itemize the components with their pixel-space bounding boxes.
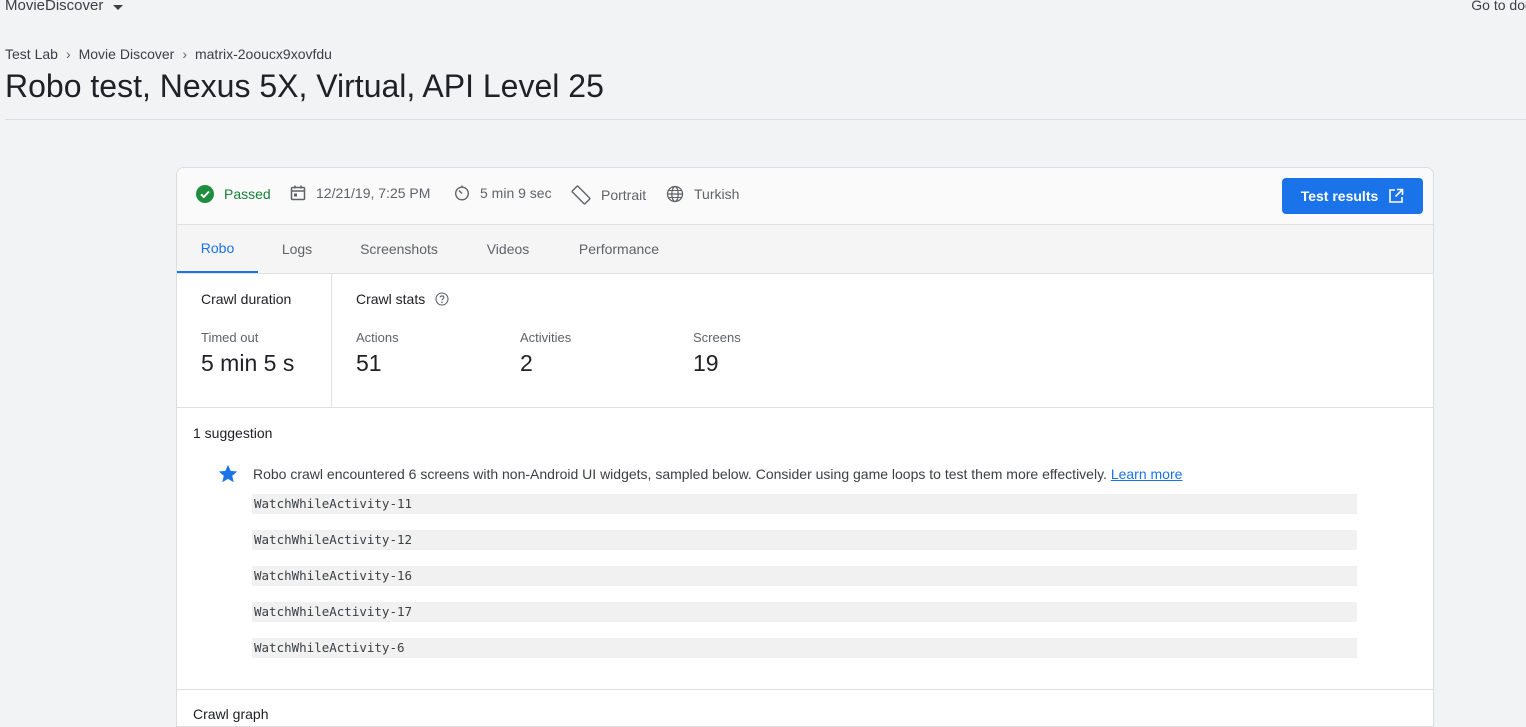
duration-item: 5 min 9 sec — [454, 185, 552, 201]
activity-item: WatchWhileActivity-17 — [252, 602, 1357, 622]
tab-videos[interactable]: Videos — [476, 225, 540, 273]
activity-item: WatchWhileActivity-16 — [252, 566, 1357, 586]
breadcrumb-movie-discover[interactable]: Movie Discover — [79, 46, 175, 62]
activities-label: Activities — [520, 330, 572, 345]
crawl-duration-title: Crawl duration — [201, 291, 292, 307]
crawl-duration-label: Timed out — [201, 330, 259, 345]
check-circle-icon — [196, 185, 214, 203]
top-bar: MovieDiscover Go to doc — [0, 0, 1526, 20]
crawl-duration-value: 5 min 5 s — [201, 350, 295, 376]
project-name: MovieDiscover — [5, 0, 104, 14]
chevron-right-icon: › — [182, 46, 187, 62]
help-icon[interactable] — [435, 292, 449, 306]
activities-value: 2 — [520, 350, 533, 376]
locale-label: Turkish — [694, 186, 740, 202]
crawl-graph-divider — [177, 689, 1433, 690]
datetime-item: 12/21/19, 7:25 PM — [290, 185, 430, 201]
page-title: Robo test, Nexus 5X, Virtual, API Level … — [5, 68, 604, 104]
chevron-right-icon: › — [65, 46, 71, 62]
screens-label: Screens — [693, 330, 741, 345]
breadcrumb-test-lab[interactable]: Test Lab — [5, 46, 58, 62]
orientation-label: Portrait — [601, 187, 647, 203]
crawl-stats-title: Crawl stats — [356, 291, 426, 307]
test-results-label: Test results — [1300, 188, 1379, 204]
stats-divider — [331, 274, 332, 408]
tab-logs[interactable]: Logs — [270, 225, 324, 273]
duration-label: 5 min 9 sec — [480, 185, 552, 201]
chevron-down-icon — [113, 5, 124, 10]
breadcrumb-matrix: matrix-2oouсx9xovfdu — [194, 46, 332, 62]
learn-more-link[interactable]: Learn more — [1111, 466, 1183, 482]
globe-icon — [666, 185, 684, 203]
tab-bar: Robo Logs Screenshots Videos Performance — [177, 225, 1433, 274]
suggestion-item: Robo crawl encountered 6 screens with no… — [217, 463, 1182, 485]
activity-item: WatchWhileActivity-12 — [252, 530, 1357, 550]
activity-item: WatchWhileActivity-6 — [252, 638, 1357, 658]
timer-icon — [454, 185, 470, 201]
suggestion-text: Robo crawl encountered 6 screens with no… — [253, 466, 1182, 482]
tab-robo[interactable]: Robo — [177, 225, 258, 273]
crawl-graph-title: Crawl graph — [193, 706, 269, 722]
screens-value: 19 — [693, 350, 719, 376]
datetime-label: 12/21/19, 7:25 PM — [316, 185, 431, 201]
test-details-card: Passed 12/21/19, 7:25 PM 5 min 9 sec Por… — [176, 167, 1434, 727]
tab-screenshots[interactable]: Screenshots — [352, 225, 446, 273]
status-label: Passed — [224, 186, 271, 202]
project-switcher[interactable]: MovieDiscover — [5, 0, 124, 14]
screen-rotation-icon — [571, 185, 591, 205]
calendar-icon — [290, 185, 306, 201]
star-icon — [218, 464, 238, 483]
summary-bar: Passed 12/21/19, 7:25 PM 5 min 9 sec Por… — [177, 168, 1433, 225]
tab-performance[interactable]: Performance — [569, 225, 669, 273]
locale-item: Turkish — [666, 185, 739, 203]
orientation-item: Portrait — [571, 185, 646, 205]
suggestion-message: Robo crawl encountered 6 screens with no… — [253, 466, 1107, 482]
test-results-button[interactable]: Test results — [1282, 178, 1423, 214]
status-item: Passed — [196, 185, 271, 203]
open-in-new-icon — [1389, 188, 1404, 203]
actions-value: 51 — [356, 350, 382, 376]
actions-label: Actions — [356, 330, 399, 345]
breadcrumb: Test Lab › Movie Discover › matrix-2oouс… — [5, 46, 332, 62]
go-to-docs-link[interactable]: Go to doc — [1471, 0, 1526, 13]
activity-item: WatchWhileActivity-11 — [252, 494, 1357, 514]
header-divider — [5, 119, 1526, 120]
crawl-stats-section: Crawl duration Timed out 5 min 5 s Crawl… — [177, 274, 1433, 408]
suggestions-title: 1 suggestion — [193, 425, 273, 441]
